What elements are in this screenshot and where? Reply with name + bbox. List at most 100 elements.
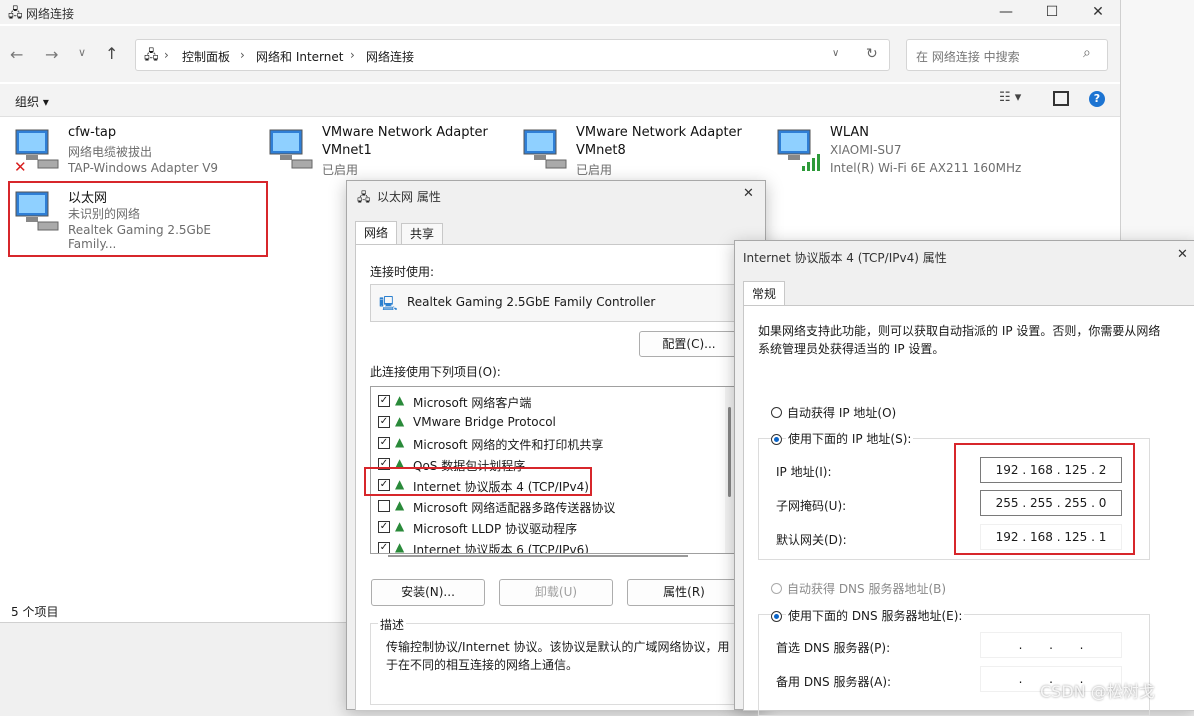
title-bar: 🖧 网络连接 — ☐ ✕	[0, 0, 1120, 24]
search-box[interactable]: 在 网络连接 中搜索 ⌕	[906, 39, 1108, 71]
component-label: VMware Bridge Protocol	[413, 415, 556, 429]
tab-general[interactable]: 常规	[743, 281, 786, 306]
connect-using-label: 连接时使用:	[370, 265, 435, 279]
item-status: VMnet8	[576, 143, 626, 158]
item-device: TAP-Windows Adapter V9	[68, 161, 219, 175]
connection-item-wlan[interactable]: WLAN XIAOMI-SU7 Intel(R) Wi-Fi 6E AX211 …	[774, 124, 1074, 176]
component-row[interactable]: ✓ ▲ VMware Bridge Protocol	[371, 412, 721, 432]
auto-dns-label[interactable]: 自动获得 DNS 服务器地址(B)	[787, 580, 946, 597]
protocol-icon: ▲	[395, 519, 405, 533]
protocol-icon: ▲	[395, 435, 405, 449]
item-title: cfw-tap	[68, 125, 117, 140]
connection-item-vmnet8[interactable]: VMware Network Adapter VMnet8 已启用	[520, 124, 770, 177]
component-row[interactable]: ✓ ▲ Internet 协议版本 6 (TCP/IPv6)	[371, 538, 721, 554]
connection-item-vmnet1[interactable]: VMware Network Adapter VMnet1 已启用	[266, 124, 516, 177]
preview-pane-icon[interactable]	[1053, 91, 1069, 106]
component-checkbox[interactable]: ✓	[378, 521, 390, 533]
address-bar[interactable]: 🖧 › 控制面板 › 网络和 Internet › 网络连接 ∨ ↻	[135, 39, 890, 71]
item-status: 未识别的网络	[68, 207, 141, 221]
manual-dns-label[interactable]: 使用下面的 DNS 服务器地址(E):	[786, 607, 965, 624]
help-icon[interactable]: ?	[1089, 91, 1105, 107]
minimize-button[interactable]: —	[983, 0, 1029, 24]
preferred-dns-field[interactable]: . . .	[980, 632, 1122, 658]
close-button[interactable]: ✕	[1075, 0, 1121, 24]
component-row[interactable]: ✓ ▲ Microsoft 网络客户端	[371, 391, 721, 411]
component-label: Microsoft 网络的文件和打印机共享	[413, 438, 604, 452]
component-row[interactable]: ✓ ▲ Microsoft 网络的文件和打印机共享	[371, 433, 721, 453]
forward-arrow-icon[interactable]: →	[45, 45, 58, 64]
ethernet-icon: 🖧	[357, 190, 371, 204]
network-adapter-icon	[15, 191, 59, 231]
refresh-icon[interactable]: ↻	[866, 46, 878, 62]
adapter-name: Realtek Gaming 2.5GbE Family Controller	[407, 295, 656, 309]
tab-sharing[interactable]: 共享	[401, 223, 444, 244]
breadcrumb-network-internet[interactable]: 网络和 Internet	[256, 48, 343, 65]
manual-ip-radio[interactable]	[771, 434, 782, 445]
breadcrumb-control-panel[interactable]: 控制面板	[182, 48, 230, 65]
uninstall-button[interactable]: 卸载(U)	[499, 579, 613, 606]
auto-ip-label[interactable]: 自动获得 IP 地址(O)	[787, 404, 896, 421]
adapter-box: 🖳 Realtek Gaming 2.5GbE Family Controlle…	[370, 284, 742, 322]
ip-address-label: IP 地址(I):	[776, 465, 832, 479]
protocol-icon: ▲	[395, 498, 405, 512]
control-panel-icon: 🖧	[144, 48, 159, 63]
components-label: 此连接使用下列项目(O):	[370, 365, 501, 379]
hscroll-thumb[interactable]	[388, 555, 688, 557]
component-checkbox[interactable]: ✓	[378, 395, 390, 407]
gateway-label: 默认网关(D):	[776, 533, 847, 547]
description-text: 传输控制协议/Internet 协议。该协议是默认的广域网络协议，用于在不同的相…	[386, 640, 730, 672]
close-icon[interactable]: ✕	[1177, 247, 1188, 262]
item-device: 已启用	[322, 163, 359, 177]
manual-ip-label[interactable]: 使用下面的 IP 地址(S):	[786, 430, 914, 447]
network-folder-icon: 🖧	[8, 6, 23, 21]
scrollbar-thumb[interactable]	[728, 407, 731, 497]
maximize-button[interactable]: ☐	[1029, 0, 1075, 24]
wifi-adapter-icon	[777, 129, 820, 171]
component-checkbox[interactable]: ✓	[378, 542, 390, 553]
view-options-icon[interactable]: ☷ ▾	[999, 90, 1021, 105]
protocol-icon: ▲	[395, 414, 405, 428]
install-button[interactable]: 安装(N)...	[371, 579, 485, 606]
component-label: Microsoft 网络客户端	[413, 396, 532, 410]
back-arrow-icon[interactable]: ←	[10, 45, 23, 64]
highlight-box-ipv4	[364, 467, 592, 496]
connection-item-ethernet[interactable]: 以太网 未识别的网络 Realtek Gaming 2.5GbE Family.…	[12, 186, 262, 251]
search-icon[interactable]: ⌕	[1083, 45, 1091, 61]
close-icon[interactable]: ✕	[743, 186, 754, 201]
search-input[interactable]: 在 网络连接 中搜索	[916, 48, 1020, 65]
component-checkbox[interactable]: ✓	[378, 437, 390, 449]
item-status: VMnet1	[322, 143, 372, 158]
recent-chevron-icon[interactable]: ∨	[78, 46, 86, 59]
dialog-title: Internet 协议版本 4 (TCP/IPv4) 属性	[743, 251, 947, 265]
properties-button[interactable]: 属性(R)	[627, 579, 741, 606]
history-dropdown-icon[interactable]: ∨	[832, 48, 839, 59]
highlight-box-ip-settings	[954, 443, 1135, 555]
item-device: Realtek Gaming 2.5GbE Family...	[68, 223, 212, 251]
network-adapter-icon	[269, 129, 313, 169]
organize-button[interactable]: 组织 ▾	[15, 93, 49, 110]
breadcrumb-network-connections[interactable]: 网络连接	[366, 48, 414, 65]
protocol-icon: ▲	[395, 393, 405, 407]
network-adapter-icon	[523, 129, 567, 169]
tab-network[interactable]: 网络	[355, 221, 398, 244]
component-label: Microsoft LLDP 协议驱动程序	[413, 522, 578, 536]
tab-panel: 连接时使用: 🖳 Realtek Gaming 2.5GbE Family Co…	[355, 244, 757, 711]
connection-item-cfw-tap[interactable]: ✕ cfw-tap 网络电缆被拔出 TAP-Windows Adapter V9	[12, 124, 262, 176]
description-label: 描述	[378, 616, 407, 633]
item-device: 已启用	[576, 163, 613, 177]
protocol-icon: ▲	[395, 540, 405, 554]
configure-button[interactable]: 配置(C)...	[639, 331, 739, 357]
manual-dns-radio[interactable]	[771, 611, 782, 622]
horizontal-scrollbar[interactable]	[370, 554, 734, 558]
up-arrow-icon[interactable]: ↑	[105, 44, 118, 63]
component-checkbox[interactable]: ✓	[378, 416, 390, 428]
component-row[interactable]: ✓ ▲ Microsoft LLDP 协议驱动程序	[371, 517, 721, 537]
alternate-dns-label: 备用 DNS 服务器(A):	[776, 675, 892, 689]
auto-ip-radio[interactable]	[771, 407, 782, 418]
component-label: Microsoft 网络适配器多路传送器协议	[413, 501, 616, 515]
breadcrumb-separator-icon: ›	[164, 48, 169, 62]
item-title: WLAN	[830, 125, 870, 140]
component-row[interactable]: ▲ Microsoft 网络适配器多路传送器协议	[371, 496, 721, 516]
auto-dns-radio[interactable]	[771, 583, 782, 594]
component-checkbox[interactable]	[378, 500, 390, 512]
